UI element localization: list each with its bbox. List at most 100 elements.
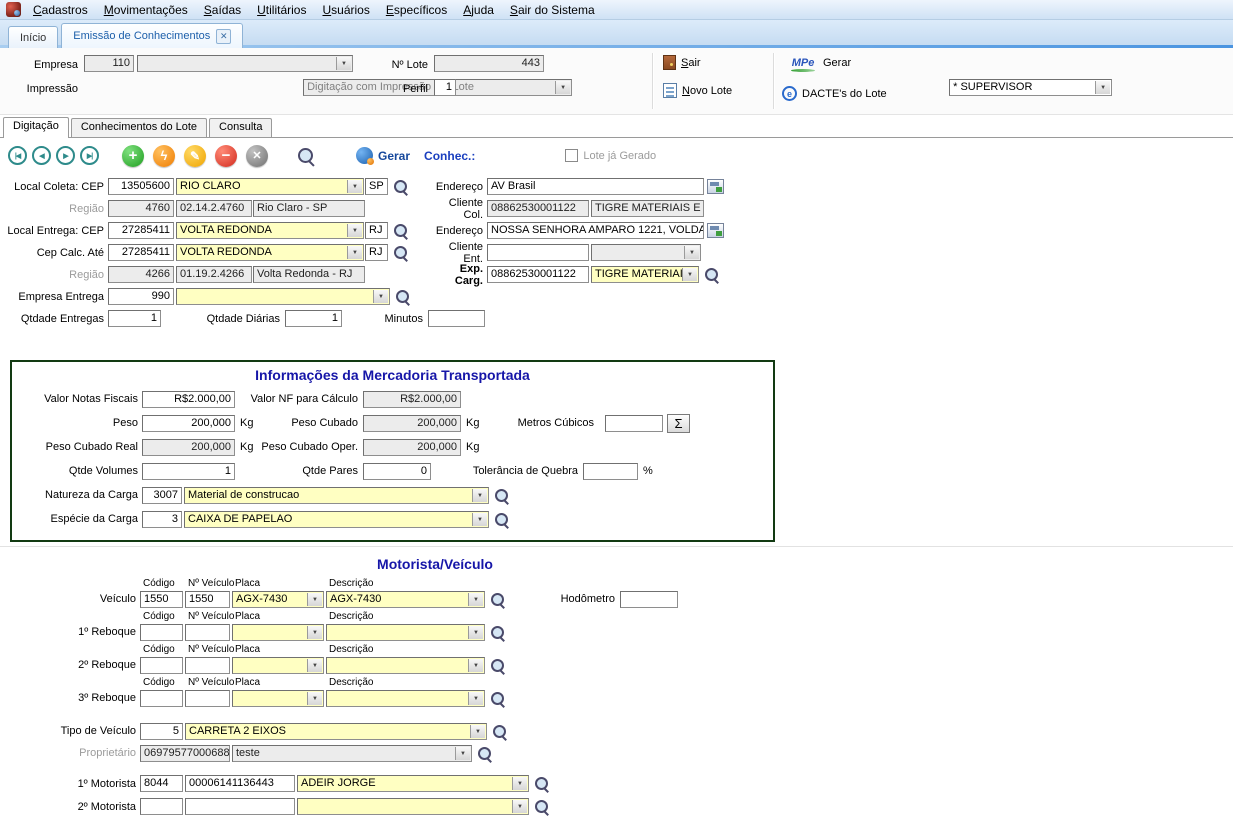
endereco-coleta-field[interactable]: AV Brasil bbox=[487, 178, 704, 195]
endereco-coleta-building-icon[interactable] bbox=[707, 179, 724, 194]
motorista2-doc-field[interactable] bbox=[185, 798, 295, 815]
subtab-digitacao[interactable]: Digitação bbox=[3, 117, 69, 138]
menu-cadastros[interactable]: Cadastros bbox=[25, 1, 96, 19]
tab-close-icon[interactable] bbox=[216, 29, 231, 44]
metros-cubicos-field[interactable] bbox=[605, 415, 663, 432]
local-entrega-uf-field[interactable]: RJ bbox=[365, 222, 388, 239]
motorista1-doc-field[interactable]: 00006141136443 bbox=[185, 775, 295, 792]
lote-ja-gerado-checkbox[interactable] bbox=[565, 149, 578, 162]
veiculo-search-button[interactable] bbox=[489, 591, 506, 608]
tab-emissao-conhecimentos[interactable]: Emissão de Conhecimentos bbox=[61, 23, 243, 48]
reboque3-cod-field[interactable] bbox=[140, 690, 183, 707]
novo-lote-button[interactable]: Novo Lote bbox=[663, 83, 732, 98]
motorista2-cod-field[interactable] bbox=[140, 798, 183, 815]
exp-carg-doc-field[interactable]: 08862530001122 bbox=[487, 266, 589, 283]
menu-especificos[interactable]: Específicos bbox=[378, 1, 455, 19]
veiculo-desc-combo[interactable]: AGX-7430 bbox=[326, 591, 485, 608]
motorista1-search-button[interactable] bbox=[533, 775, 550, 792]
gerar-mpe-button[interactable]: Gerar bbox=[788, 53, 851, 73]
reboque1-cod-field[interactable] bbox=[140, 624, 183, 641]
menu-sair-do-sistema[interactable]: Sair do Sistema bbox=[502, 1, 603, 19]
reboque3-search-button[interactable] bbox=[489, 690, 506, 707]
sair-button[interactable]: Sair bbox=[663, 55, 701, 70]
local-coleta-uf-field[interactable]: SP bbox=[365, 178, 388, 195]
reboque1-search-button[interactable] bbox=[489, 624, 506, 641]
cep-calc-search-button[interactable] bbox=[392, 244, 409, 261]
motorista2-combo[interactable] bbox=[297, 798, 529, 815]
cliente-ent-doc-field[interactable] bbox=[487, 244, 589, 261]
reboque2-desc-combo[interactable] bbox=[326, 657, 485, 674]
add-button[interactable] bbox=[122, 145, 144, 167]
natureza-search-button[interactable] bbox=[493, 487, 510, 504]
cep-calc-uf-field[interactable]: RJ bbox=[365, 244, 388, 261]
process-lightning-button[interactable] bbox=[153, 145, 175, 167]
empresa-entrega-combo[interactable] bbox=[176, 288, 390, 305]
reboque1-num-field[interactable] bbox=[185, 624, 230, 641]
perfil-combo[interactable]: * SUPERVISOR bbox=[949, 79, 1112, 96]
menu-ajuda[interactable]: Ajuda bbox=[455, 1, 502, 19]
perfil-code-field[interactable]: 1 bbox=[434, 79, 456, 96]
local-coleta-cep-field[interactable]: 13505600 bbox=[108, 178, 174, 195]
reboque1-placa-combo[interactable] bbox=[232, 624, 324, 641]
nav-previous-button[interactable] bbox=[32, 146, 51, 165]
local-entrega-cep-field[interactable]: 27285411 bbox=[108, 222, 174, 239]
cep-calc-cep-field[interactable]: 27285411 bbox=[108, 244, 174, 261]
valor-nf-field[interactable]: R$2.000,00 bbox=[142, 391, 235, 408]
gerar-button[interactable]: Gerar bbox=[356, 147, 410, 164]
motorista2-search-button[interactable] bbox=[533, 798, 550, 815]
local-coleta-search-button[interactable] bbox=[392, 178, 409, 195]
nav-last-button[interactable] bbox=[80, 146, 99, 165]
nav-first-button[interactable] bbox=[8, 146, 27, 165]
especie-combo[interactable]: CAIXA DE PAPELAO bbox=[184, 511, 489, 528]
menu-utilitarios[interactable]: Utilitários bbox=[249, 1, 314, 19]
empresa-entrega-cod-field[interactable]: 990 bbox=[108, 288, 174, 305]
cancel-button[interactable] bbox=[246, 145, 268, 167]
delete-button[interactable] bbox=[215, 145, 237, 167]
reboque2-placa-combo[interactable] bbox=[232, 657, 324, 674]
proprietario-search-button[interactable] bbox=[476, 745, 493, 762]
minutos-field[interactable] bbox=[428, 310, 485, 327]
qtde-volumes-field[interactable]: 1 bbox=[142, 463, 235, 480]
nav-next-button[interactable] bbox=[56, 146, 75, 165]
exp-carg-search-button[interactable] bbox=[703, 266, 720, 283]
qtd-entregas-field[interactable]: 1 bbox=[108, 310, 161, 327]
dacte-button[interactable]: DACTE's do Lote bbox=[782, 86, 887, 101]
menu-usuarios[interactable]: Usuários bbox=[314, 1, 377, 19]
reboque3-placa-combo[interactable] bbox=[232, 690, 324, 707]
endereco-entrega-building-icon[interactable] bbox=[707, 223, 724, 238]
tolerancia-field[interactable] bbox=[583, 463, 638, 480]
motorista1-cod-field[interactable]: 8044 bbox=[140, 775, 183, 792]
reboque2-cod-field[interactable] bbox=[140, 657, 183, 674]
menu-saidas[interactable]: Saídas bbox=[196, 1, 249, 19]
especie-search-button[interactable] bbox=[493, 511, 510, 528]
especie-cod-field[interactable]: 3 bbox=[142, 511, 182, 528]
endereco-entrega-field[interactable]: NOSSA SENHORA AMPARO 1221, VOLDAC bbox=[487, 222, 704, 239]
natureza-cod-field[interactable]: 3007 bbox=[142, 487, 182, 504]
menu-movimentacoes[interactable]: Movimentações bbox=[96, 1, 196, 19]
qtd-diarias-field[interactable]: 1 bbox=[285, 310, 342, 327]
reboque3-desc-combo[interactable] bbox=[326, 690, 485, 707]
reboque2-num-field[interactable] bbox=[185, 657, 230, 674]
qtde-pares-field[interactable]: 0 bbox=[363, 463, 431, 480]
local-coleta-cidade-combo[interactable]: RIO CLARO bbox=[176, 178, 364, 195]
tipo-veiculo-search-button[interactable] bbox=[491, 723, 508, 740]
subtab-conhecimentos-do-lote[interactable]: Conhecimentos do Lote bbox=[71, 118, 207, 137]
exp-carg-combo[interactable]: TIGRE MATERIAIS bbox=[591, 266, 699, 283]
veiculo-placa-combo[interactable]: AGX-7430 bbox=[232, 591, 324, 608]
local-entrega-search-button[interactable] bbox=[392, 222, 409, 239]
local-entrega-cidade-combo[interactable]: VOLTA REDONDA bbox=[176, 222, 364, 239]
reboque2-search-button[interactable] bbox=[489, 657, 506, 674]
motorista1-combo[interactable]: ADEIR JORGE bbox=[297, 775, 529, 792]
search-button[interactable] bbox=[296, 146, 316, 166]
natureza-combo[interactable]: Material de construcao bbox=[184, 487, 489, 504]
reboque1-desc-combo[interactable] bbox=[326, 624, 485, 641]
tipo-veiculo-cod-field[interactable]: 5 bbox=[140, 723, 183, 740]
tipo-veiculo-combo[interactable]: CARRETA 2 EIXOS bbox=[185, 723, 487, 740]
reboque3-num-field[interactable] bbox=[185, 690, 230, 707]
peso-field[interactable]: 200,000 bbox=[142, 415, 235, 432]
hodometro-field[interactable] bbox=[620, 591, 678, 608]
empresa-entrega-search-button[interactable] bbox=[394, 288, 411, 305]
edit-button[interactable] bbox=[184, 145, 206, 167]
cep-calc-cidade-combo[interactable]: VOLTA REDONDA bbox=[176, 244, 364, 261]
veiculo-num-field[interactable]: 1550 bbox=[185, 591, 230, 608]
